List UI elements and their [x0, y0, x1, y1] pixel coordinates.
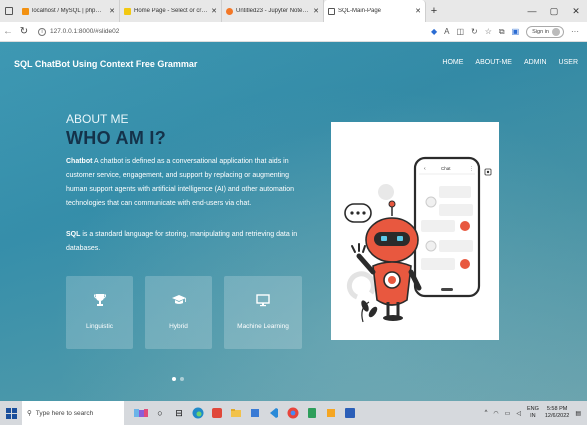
page-title: WHO AM I? [66, 128, 167, 148]
jupyter-icon [226, 7, 233, 15]
taskbar-search[interactable]: ⚲ Type here to search [22, 401, 124, 425]
top-navigation: HOME ABOUT-ME ADMIN USER [442, 59, 578, 66]
expand-icon [484, 168, 492, 176]
word-icon[interactable] [343, 406, 357, 420]
system-tray: ^ ◠ ▭ ◁ ENG IN 5:58 PM 12/6/2022 ▤ [485, 406, 587, 420]
network-icon[interactable]: ◠ [493, 410, 498, 417]
card-machine-learning[interactable]: Machine Learning [224, 276, 302, 349]
window-controls: — ▢ ✕ [521, 0, 587, 22]
close-tab-icon[interactable]: ✕ [313, 7, 319, 15]
collections-icon[interactable]: ⧉ [499, 27, 505, 37]
widgets-icon[interactable] [134, 406, 148, 420]
refresh-page-icon[interactable]: ↻ [471, 27, 478, 36]
maximize-icon[interactable]: ▢ [543, 0, 565, 22]
chevron-up-icon[interactable]: ^ [485, 410, 488, 416]
extension-icon[interactable]: ◆ [431, 27, 437, 36]
taskbar-apps: ○ ⊟ [134, 406, 357, 420]
minimize-icon[interactable]: — [521, 0, 543, 22]
chatbot-description: Chatbot A chatbot is defined as a conver… [66, 158, 295, 207]
monitor-icon [256, 292, 270, 308]
favorites-icon[interactable]: ☆ [485, 27, 492, 36]
office-icon[interactable] [210, 406, 224, 420]
split-screen-icon[interactable]: ◫ [456, 27, 464, 36]
task-view-icon[interactable]: ⊟ [172, 406, 186, 420]
carousel-indicators [172, 377, 184, 381]
sql-description: SQL is a standard language for storing, … [66, 231, 298, 252]
browser-toolbar: ◆ A ◫ ↻ ☆ ⧉ ▣ Sign in ··· [431, 25, 587, 38]
page-icon [124, 7, 131, 15]
info-icon[interactable]: i [38, 27, 46, 36]
phone-graphic: Chat ‹ ⋮ [413, 156, 481, 298]
more-menu-icon[interactable]: ··· [571, 27, 579, 36]
notifications-icon[interactable]: ▤ [575, 410, 581, 417]
volume-icon[interactable]: ◁ [516, 410, 521, 417]
tab-jupyter[interactable]: Untitled23 - Jupyter Notebook ✕ [222, 0, 324, 22]
app-icon[interactable] [305, 406, 319, 420]
card-hybrid[interactable]: Hybrid [145, 276, 212, 349]
new-tab-button[interactable]: + [426, 5, 442, 17]
graduation-cap-icon [171, 292, 187, 308]
edge-icon[interactable] [191, 406, 205, 420]
tab-home-page[interactable]: Home Page - Select or create a ✕ [120, 0, 222, 22]
plant-graphic [361, 300, 378, 323]
address-bar: ← ↻ i 127.0.0.1:8000/#slide02 ◆ A ◫ ↻ ☆ … [0, 22, 587, 42]
chrome-icon[interactable] [286, 406, 300, 420]
store-icon[interactable] [248, 406, 262, 420]
close-tab-icon[interactable]: ✕ [109, 7, 115, 15]
nav-about-me[interactable]: ABOUT-ME [475, 59, 512, 66]
file-explorer-icon[interactable] [229, 406, 243, 420]
nav-admin[interactable]: ADMIN [524, 59, 547, 66]
tab-phpmyadmin[interactable]: localhost / MySQL | phpMyAdm ✕ [18, 0, 120, 22]
read-aloud-icon[interactable]: A [444, 27, 449, 36]
sign-in-button[interactable]: Sign in [526, 25, 564, 38]
tab-actions-icon[interactable] [0, 0, 18, 22]
trophy-icon [93, 292, 106, 308]
close-tab-icon[interactable]: ✕ [211, 7, 217, 15]
phpmyadmin-icon [22, 7, 29, 15]
avatar [552, 27, 560, 36]
nav-home[interactable]: HOME [442, 59, 463, 66]
tab-sql-main-page[interactable]: SQL-Main-Page ✕ [324, 0, 426, 22]
carousel-dot[interactable] [180, 377, 184, 381]
windows-taskbar: ⚲ Type here to search ○ ⊟ ^ ◠ ▭ ◁ ENG IN [0, 401, 587, 425]
section-label: ABOUT ME [66, 112, 129, 126]
language-indicator[interactable]: ENG IN [527, 406, 539, 420]
site-brand[interactable]: SQL ChatBot Using Context Free Grammar [14, 59, 197, 69]
card-linguistic[interactable]: Linguistic [66, 276, 133, 349]
browser-tab-strip: localhost / MySQL | phpMyAdm ✕ Home Page… [0, 0, 587, 22]
speech-bubble-icon [344, 203, 372, 223]
reload-icon[interactable]: ↻ [16, 26, 32, 37]
system-clock[interactable]: 5:58 PM 12/6/2022 [545, 406, 569, 420]
close-tab-icon[interactable]: ✕ [415, 7, 421, 15]
search-icon: ⚲ [27, 410, 32, 417]
chat-title: Chat [441, 166, 451, 171]
sticky-notes-icon[interactable] [324, 406, 338, 420]
chatbot-illustration: Chat ‹ ⋮ [331, 122, 499, 340]
url-field[interactable]: i 127.0.0.1:8000/#slide02 [38, 27, 398, 36]
web-page: SQL ChatBot Using Context Free Grammar H… [0, 42, 587, 401]
back-arrow-icon[interactable]: ← [0, 26, 16, 37]
feature-cards: Linguistic Hybrid Machine Learning [66, 276, 302, 349]
windows-start-icon[interactable] [0, 401, 22, 425]
svg-text:⋮: ⋮ [469, 166, 474, 172]
workspace-icon[interactable]: ▣ [512, 27, 520, 36]
cortana-icon[interactable]: ○ [153, 406, 167, 420]
carousel-dot[interactable] [172, 377, 176, 381]
nav-user[interactable]: USER [559, 59, 578, 66]
vscode-icon[interactable] [267, 406, 281, 420]
document-icon [328, 7, 335, 15]
close-window-icon[interactable]: ✕ [565, 0, 587, 22]
battery-icon[interactable]: ▭ [505, 410, 511, 417]
url-text: 127.0.0.1:8000/#slide02 [50, 28, 120, 35]
